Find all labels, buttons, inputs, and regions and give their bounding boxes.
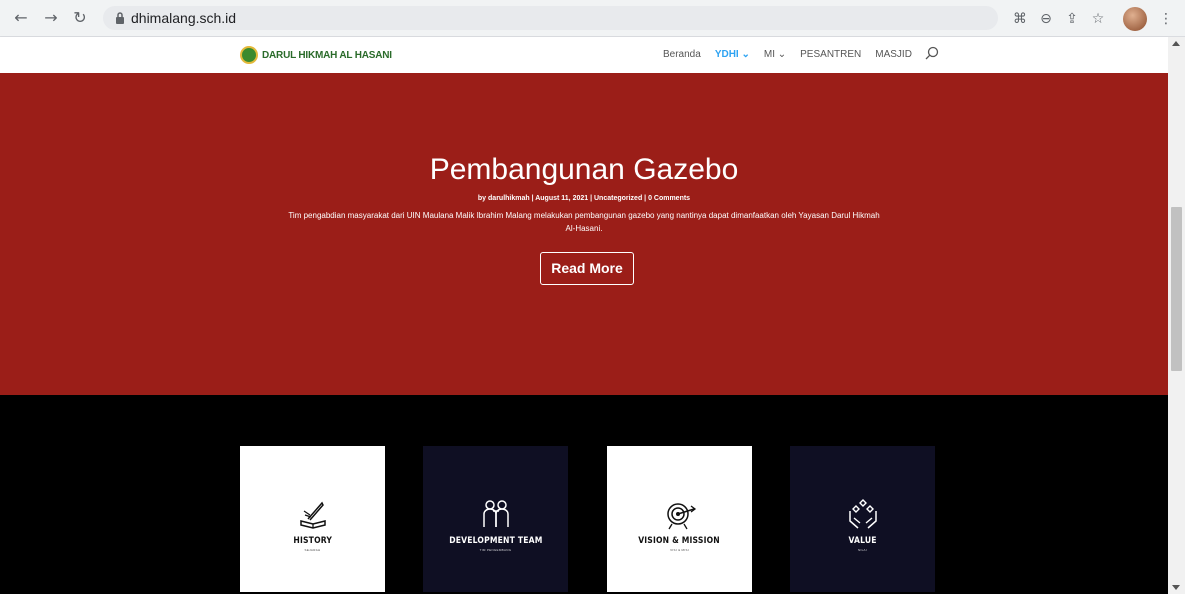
- card-title: DEVELOPMENT TEAM: [448, 535, 543, 546]
- menu-item-mi[interactable]: MI ⌄: [764, 49, 786, 60]
- reload-icon[interactable]: ↻: [71, 9, 89, 27]
- search-icon[interactable]: [925, 46, 939, 60]
- card-subtitle: NILAI: [857, 547, 867, 552]
- hero-section: Pembangunan Gazebo by darulhikmah | Augu…: [0, 73, 1168, 395]
- post-meta: by darulhikmah | August 11, 2021 | Uncat…: [477, 195, 691, 202]
- page-scrollbar[interactable]: [1168, 37, 1185, 594]
- menu-item-masjid[interactable]: MASJID: [875, 49, 912, 60]
- features-section: [0, 395, 1168, 594]
- card-development-team[interactable]: DEVELOPMENT TEAM TIM PENGEMBANG: [423, 446, 568, 592]
- translate-icon[interactable]: ⌘: [1010, 9, 1030, 29]
- post-excerpt: Tim pengabdian masyarakat dari UIN Maula…: [288, 211, 880, 233]
- menu-item-beranda[interactable]: Beranda: [663, 49, 701, 60]
- hands-diamonds-icon: [848, 498, 877, 529]
- share-icon[interactable]: ⇪: [1062, 9, 1082, 29]
- card-value[interactable]: VALUE NILAI: [790, 446, 935, 592]
- zoom-icon[interactable]: ⊖: [1036, 9, 1056, 29]
- menu-item-ydhi[interactable]: YDHI ⌄: [715, 49, 750, 60]
- back-arrow-icon[interactable]: ←: [12, 9, 30, 27]
- card-history[interactable]: HISTORY SEJARAH: [240, 446, 385, 592]
- lock-icon: [116, 12, 124, 24]
- scroll-up-arrow-icon[interactable]: [1172, 41, 1180, 46]
- url-text: dhimalang.sch.id: [131, 10, 237, 26]
- logo-emblem-icon: [240, 46, 258, 64]
- card-subtitle: VISI & MISI: [670, 547, 689, 552]
- bookmark-star-icon[interactable]: ☆: [1088, 9, 1108, 29]
- logo-text: DARUL HIKMAH AL HASANI: [262, 49, 392, 61]
- scrollbar-thumb[interactable]: [1171, 207, 1182, 371]
- card-title: VALUE: [848, 535, 877, 546]
- target-arrow-icon: [666, 502, 696, 529]
- card-subtitle: SEJARAH: [304, 547, 321, 552]
- menu-item-pesantren[interactable]: PESANTREN: [800, 49, 861, 60]
- card-vision-mission[interactable]: VISION & MISSION VISI & MISI: [607, 446, 752, 592]
- profile-avatar[interactable]: [1123, 7, 1147, 31]
- post-title[interactable]: Pembangunan Gazebo: [0, 153, 1168, 187]
- card-title: HISTORY: [293, 535, 332, 546]
- forward-arrow-icon[interactable]: →: [42, 9, 60, 27]
- browser-toolbar: ← → ↻ dhimalang.sch.id ⌘ ⊖ ⇪ ☆ ⋮: [0, 0, 1185, 37]
- main-menu: Beranda YDHI ⌄ MI ⌄ PESANTREN MASJID: [663, 49, 926, 60]
- card-subtitle: TIM PENGEMBANG: [479, 547, 512, 552]
- team-people-icon: [482, 499, 509, 527]
- card-title: VISION & MISSION: [638, 535, 721, 546]
- read-more-button[interactable]: Read More: [540, 252, 634, 285]
- site-header: DARUL HIKMAH AL HASANI Beranda YDHI ⌄ MI…: [0, 37, 1168, 73]
- history-book-quill-icon: [299, 501, 326, 529]
- site-logo[interactable]: DARUL HIKMAH AL HASANI: [240, 45, 392, 65]
- more-menu-icon[interactable]: ⋮: [1156, 9, 1176, 29]
- address-bar[interactable]: dhimalang.sch.id: [103, 6, 998, 30]
- scroll-down-arrow-icon[interactable]: [1172, 585, 1180, 590]
